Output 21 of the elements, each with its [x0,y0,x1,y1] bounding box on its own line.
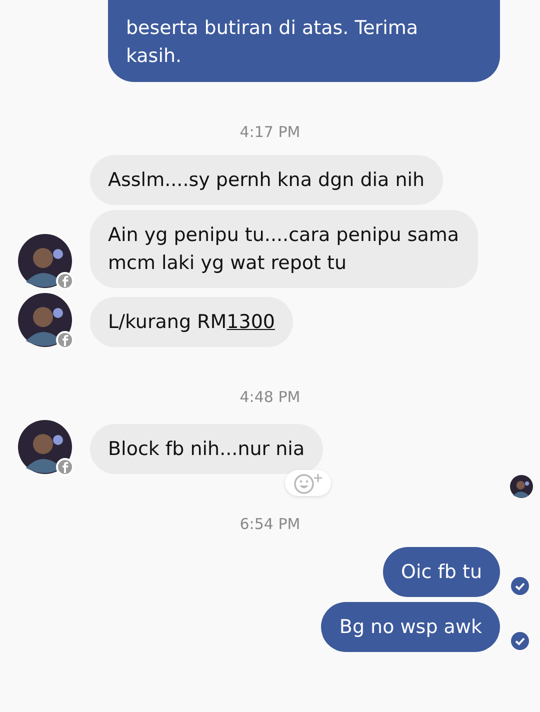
message-bubble: beserta butiran di atas. Terima kasih. [108,0,500,82]
message-bubble: Bg no wsp awk [321,602,500,652]
timestamp: 4:17 PM [238,123,302,141]
avatar[interactable] [18,234,72,288]
facebook-badge-icon [56,272,74,290]
link[interactable]: 1300 [226,311,275,333]
message-bubble: Asslm....sy pernh kna dgn dia nih [90,155,443,205]
message-bubble: Block fb nih...nur nia [90,424,323,474]
timestamp: 4:48 PM [238,388,302,406]
smiley-plus-icon [293,472,323,494]
message-bubble: Ain yg penipu tu....cara penipu sama mcm laki yg wat repot tu [90,210,478,288]
delivered-check-icon [511,577,529,595]
avatar[interactable] [18,293,72,347]
timestamp: 6:54 PM [238,515,302,533]
facebook-badge-icon [56,458,74,476]
message-bubble: Oic fb tu [382,547,500,597]
message-bubble: L/kurang RM1300 [90,297,293,347]
facebook-badge-icon [56,331,74,349]
delivered-check-icon [511,632,529,650]
avatar[interactable] [510,475,533,498]
avatar[interactable] [18,420,72,474]
